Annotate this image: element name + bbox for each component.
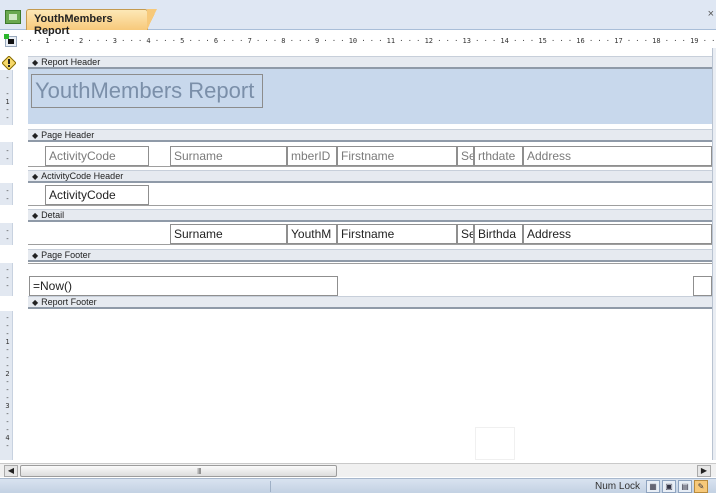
label-address[interactable]: Address [523,146,712,166]
section-arrow-icon: ◆ [32,251,39,260]
status-divider [270,481,271,492]
field-sex[interactable]: Se [457,224,474,244]
field-firstname[interactable]: Firstname [337,224,457,244]
section-arrow-icon: ◆ [32,58,39,67]
field-now-expression[interactable]: =Now() [29,276,338,296]
blank-area [475,427,515,460]
design-view-button[interactable]: ✎ [694,480,708,493]
field-surname[interactable]: Surname [170,224,287,244]
section-label: ActivityCode Header [41,171,124,181]
section-bar-activitycode-header[interactable]: ◆ ActivityCode Header [28,170,712,183]
report-title-label[interactable]: YouthMembers Report [31,74,263,108]
scroll-grip-icon: III [197,467,202,476]
group-header-line [28,205,712,206]
scroll-left-button[interactable]: ◀ [4,465,18,477]
section-selector-icon[interactable] [2,56,16,70]
section-arrow-icon: ◆ [32,211,39,220]
section-arrow-icon: ◆ [32,298,39,307]
horizontal-scrollbar[interactable]: ◀ III ▶ [0,463,716,477]
vruler-report-header: - - 1 - - [5,74,10,122]
document-tab-bar: YouthMembers Report × [0,0,716,37]
section-bar-report-header[interactable]: ◆ Report Header [28,56,712,69]
num-lock-indicator: Num Lock [595,481,641,492]
field-youthmemberid[interactable]: YouthM [287,224,337,244]
section-arrow-icon: ◆ [32,131,39,140]
scroll-right-button[interactable]: ▶ [697,465,711,477]
vruler-page-header: - - [5,147,10,163]
layout-view-button[interactable]: ▤ [678,480,692,493]
vruler-page-footer: - - - [5,266,10,290]
vruler-group-header: - - [5,187,10,203]
scroll-thumb[interactable]: III [20,465,337,477]
label-sex[interactable]: Se [457,146,474,166]
tab-youthmembers-report[interactable]: YouthMembers Report [26,9,157,37]
ruler-row: · · · 1 · · · 2 · · · 3 · · · 4 · · · 5 … [0,34,716,48]
close-tab-icon[interactable]: × [708,8,714,20]
section-label: Page Footer [41,250,91,260]
label-firstname[interactable]: Firstname [337,146,457,166]
page-header-line [28,166,712,167]
section-label: Report Footer [41,297,97,307]
vertical-ruler: - - 1 - - - - - - - - - - - - - - 1 - - … [0,56,20,460]
field-address[interactable]: Address [523,224,712,244]
field-activitycode[interactable]: ActivityCode [45,185,149,205]
section-label: Report Header [41,57,101,67]
section-bar-page-header[interactable]: ◆ Page Header [28,129,712,142]
field-birthdate[interactable]: Birthda [474,224,523,244]
label-memberid[interactable]: mberID [287,146,337,166]
vruler-detail: - - [5,227,10,243]
label-activitycode[interactable]: ActivityCode [45,146,149,166]
section-bar-page-footer[interactable]: ◆ Page Footer [28,249,712,262]
horizontal-ruler[interactable]: · · · 1 · · · 2 · · · 3 · · · 4 · · · 5 … [20,36,716,47]
report-icon [5,10,21,24]
section-label: Detail [41,210,65,220]
page-footer-line [28,263,712,264]
print-preview-button[interactable]: ▣ [662,480,676,493]
label-birthdate[interactable]: rthdate [474,146,523,166]
status-bar: Num Lock ▦ ▣ ▤ ✎ [0,478,716,493]
report-view-button[interactable]: ▦ [646,480,660,493]
section-arrow-icon: ◆ [32,172,39,181]
report-selector-button[interactable] [4,34,17,47]
vruler-report-footer: - - - 1 - - - 2 - - - 3 - - - 4 - [5,314,10,450]
report-design-canvas[interactable]: ◆ Report Header YouthMembers Report ◆ Page… [28,56,712,460]
vertical-scrollbar[interactable] [712,48,716,460]
section-bar-report-footer[interactable]: ◆ Report Footer [28,296,712,309]
field-page-number[interactable] [693,276,712,296]
label-surname[interactable]: Surname [170,146,287,166]
detail-line [28,244,712,245]
section-label: Page Header [41,130,95,140]
section-bar-detail[interactable]: ◆ Detail [28,209,712,222]
